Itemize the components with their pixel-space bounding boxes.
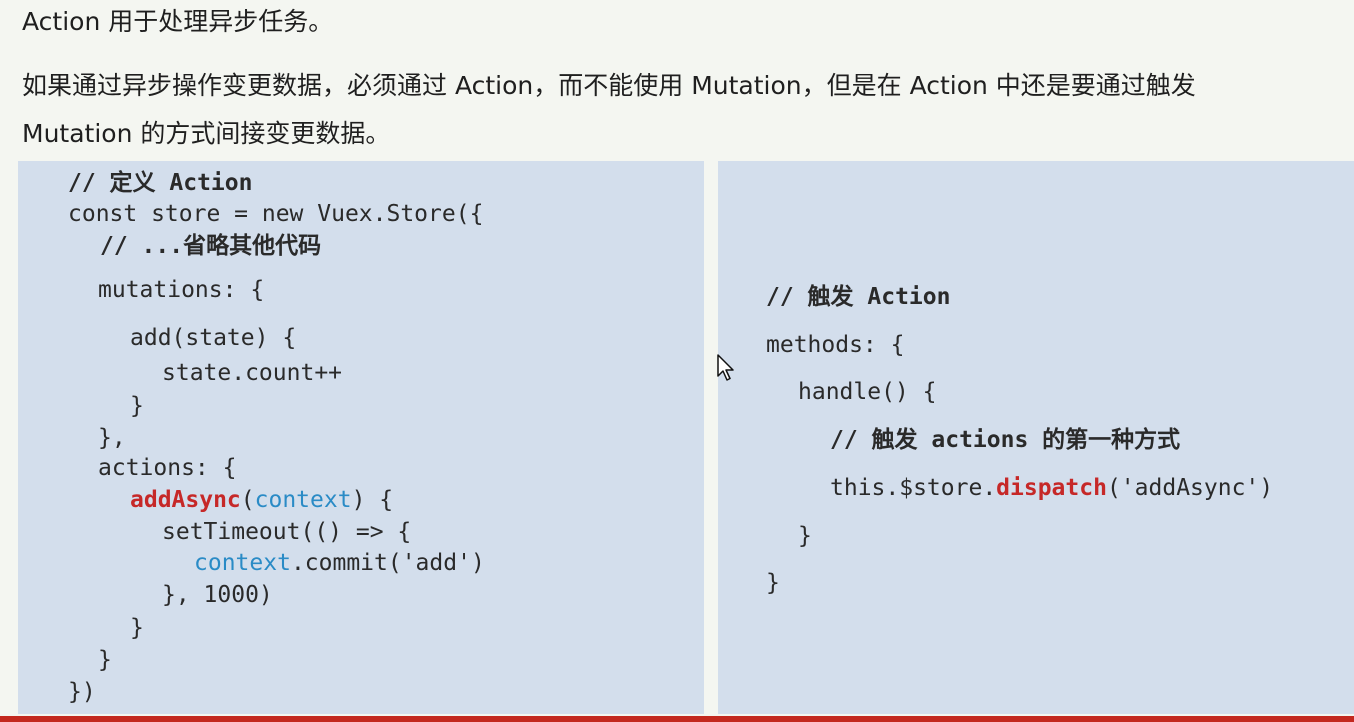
code-set-timeout-open: setTimeout(() => { <box>162 519 412 545</box>
code-add-async-close: } <box>130 615 144 641</box>
code-set-timeout-close: }, 1000) <box>162 582 273 608</box>
code-add-async-rest: ) { <box>351 487 394 513</box>
code-mutations-open: mutations: { <box>98 277 265 303</box>
intro-line-3: Mutation 的方式间接变更数据。 <box>22 119 391 148</box>
code-comment-first-way: // 触发 actions 的第一种方式 <box>830 427 1181 453</box>
code-methods-close: } <box>766 570 780 596</box>
intro-line-2: 如果通过异步操作变更数据，必须通过 Action，而不能使用 Mutation，… <box>22 71 1196 100</box>
intro-line-1: Action 用于处理异步任务。 <box>22 7 334 36</box>
code-panel-trigger-action: // 触发 Action methods: { handle() { // 触发… <box>718 161 1354 714</box>
code-mutations-close: }, <box>98 425 126 451</box>
code-commit-line: context.commit('add') <box>194 549 485 577</box>
bottom-accent-bar <box>0 716 1354 722</box>
code-add-async-param: context <box>254 487 352 513</box>
code-add-async-name: addAsync <box>130 487 241 513</box>
code-dispatch-args: ('addAsync') <box>1106 475 1274 501</box>
code-add-async-paren: ( <box>240 487 255 513</box>
code-comment-trigger: // 触发 Action <box>766 284 951 310</box>
code-panel-define-action: // 定义 Action const store = new Vuex.Stor… <box>18 161 704 714</box>
mouse-pointer-icon <box>717 354 734 381</box>
code-dispatch-name: dispatch <box>996 475 1107 501</box>
code-add-close: } <box>130 393 144 419</box>
code-actions-open: actions: { <box>98 455 237 481</box>
code-count-inc: state.count++ <box>162 360 343 386</box>
code-add-open: add(state) { <box>130 325 297 351</box>
code-dispatch-prefix: this.$store. <box>830 475 997 501</box>
code-comment-omit: // ...省略其他代码 <box>100 233 322 259</box>
code-commit-call: .commit('add') <box>290 550 485 576</box>
code-commit-obj: context <box>194 550 291 576</box>
code-add-async-line: addAsync(context) { <box>130 486 393 514</box>
code-methods-open: methods: { <box>766 332 905 358</box>
code-handle-close: } <box>798 523 812 549</box>
code-handle-open: handle() { <box>798 379 937 405</box>
code-actions-close: } <box>98 647 112 673</box>
code-store-open: const store = new Vuex.Store({ <box>68 201 484 227</box>
code-comment-define: // 定义 Action <box>68 170 253 196</box>
code-dispatch-line: this.$store.dispatch('addAsync') <box>830 474 1273 502</box>
code-store-close: }) <box>68 679 96 705</box>
